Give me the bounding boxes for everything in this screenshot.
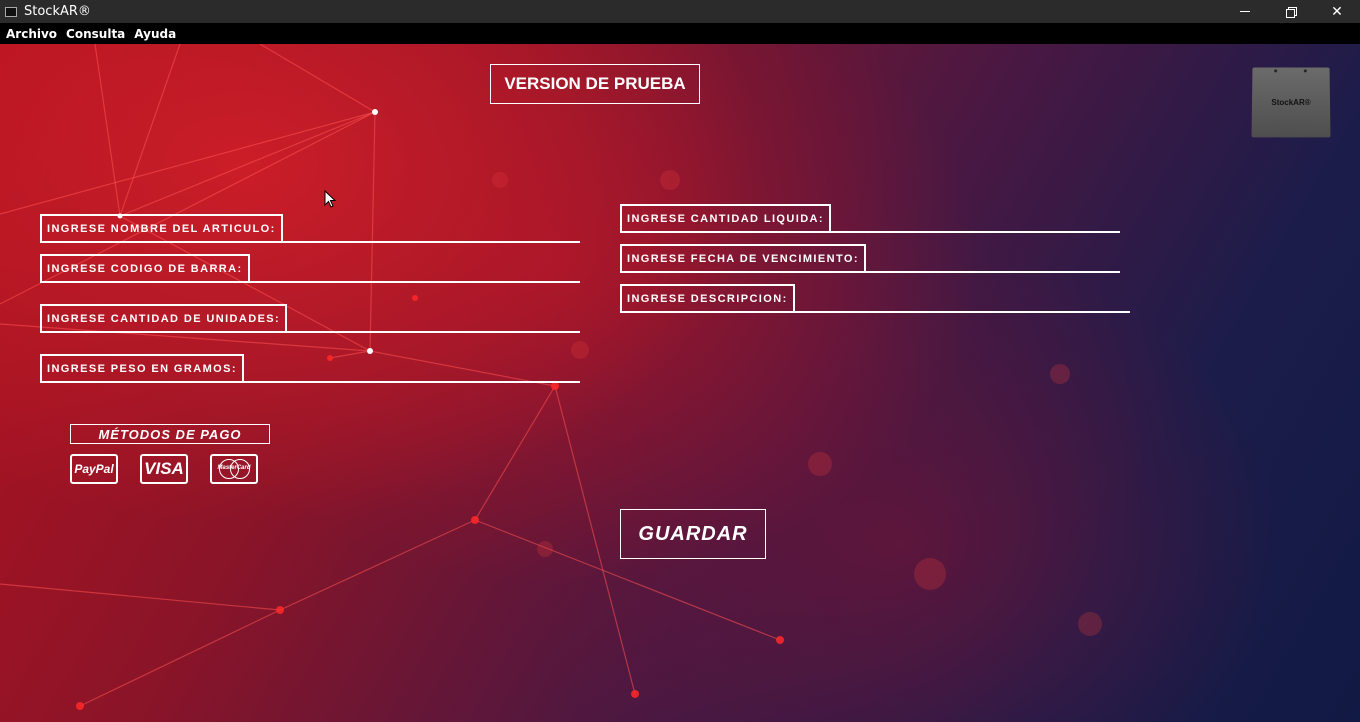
paypal-icon: PayPal [70,454,118,484]
fecha-vencimiento-input[interactable] [885,247,1115,269]
field-label: INGRESE CANTIDAD LIQUIDA: [620,204,831,233]
main-canvas: VERSION DE PRUEBA StockAR® INGRESE NOMBR… [0,44,1360,722]
logo-text: StockAR® [1271,97,1311,107]
bag-handle-dot [1303,69,1307,73]
visa-label: VISA [144,459,184,478]
visa-icon: VISA [140,454,188,484]
cantidad-liquida-input[interactable] [845,207,1115,229]
trial-version-banner: VERSION DE PRUEBA [490,64,700,104]
minimize-icon [1240,11,1250,12]
field-fecha-vencimiento: INGRESE FECHA DE VENCIMIENTO: [620,244,1120,274]
window-title: StockAR® [24,4,91,19]
codigo-barra-input[interactable] [265,257,575,279]
save-button[interactable]: GUARDAR [620,509,766,559]
field-peso-gramos: INGRESE PESO EN GRAMOS: [40,354,580,384]
payment-methods-title: MÉTODOS DE PAGO [70,424,270,444]
field-underline [620,271,1120,273]
window-controls: ✕ [1222,0,1360,23]
title-bar: StockAR® ✕ [0,0,1360,23]
field-label: INGRESE CODIGO DE BARRA: [40,254,250,283]
field-label: INGRESE CANTIDAD DE UNIDADES: [40,304,288,333]
mastercard-circles: MasterCard [216,459,252,479]
menu-bar: Archivo Consulta Ayuda [0,23,1360,44]
field-nombre-articulo: INGRESE NOMBRE DEL ARTICULO: [40,214,580,244]
field-cantidad-liquida: INGRESE CANTIDAD LIQUIDA: [620,204,1120,234]
cantidad-unidades-input[interactable] [305,307,575,329]
field-codigo-barra: INGRESE CODIGO DE BARRA: [40,254,580,284]
field-cantidad-unidades: INGRESE CANTIDAD DE UNIDADES: [40,304,580,334]
menu-consulta[interactable]: Consulta [66,27,125,41]
mouse-cursor-icon [324,190,337,208]
descripcion-input[interactable] [810,287,1125,309]
stockar-logo: StockAR® [1251,67,1331,138]
close-button[interactable]: ✕ [1314,0,1360,23]
field-underline [40,241,580,243]
restore-button[interactable] [1268,0,1314,23]
field-underline [620,311,1130,313]
menu-ayuda[interactable]: Ayuda [134,27,176,41]
field-label: INGRESE NOMBRE DEL ARTICULO: [40,214,283,243]
close-icon: ✕ [1331,3,1343,19]
mastercard-label: MasterCard [217,465,251,471]
paypal-label: PayPal [74,462,114,476]
field-descripcion: INGRESE DESCRIPCION: [620,284,1130,314]
field-label: INGRESE PESO EN GRAMOS: [40,354,244,383]
field-underline [620,231,1120,233]
minimize-button[interactable] [1222,0,1268,23]
field-underline [40,281,580,283]
peso-gramos-input[interactable] [255,357,575,379]
app-icon [5,6,17,17]
bag-handle-dot [1274,69,1278,73]
nombre-articulo-input[interactable] [295,217,575,239]
field-underline [40,381,580,383]
field-label: INGRESE DESCRIPCION: [620,284,795,313]
mastercard-icon: MasterCard [210,454,258,484]
field-underline [40,331,580,333]
menu-archivo[interactable]: Archivo [6,27,57,41]
field-label: INGRESE FECHA DE VENCIMIENTO: [620,244,866,273]
restore-icon [1286,6,1297,18]
